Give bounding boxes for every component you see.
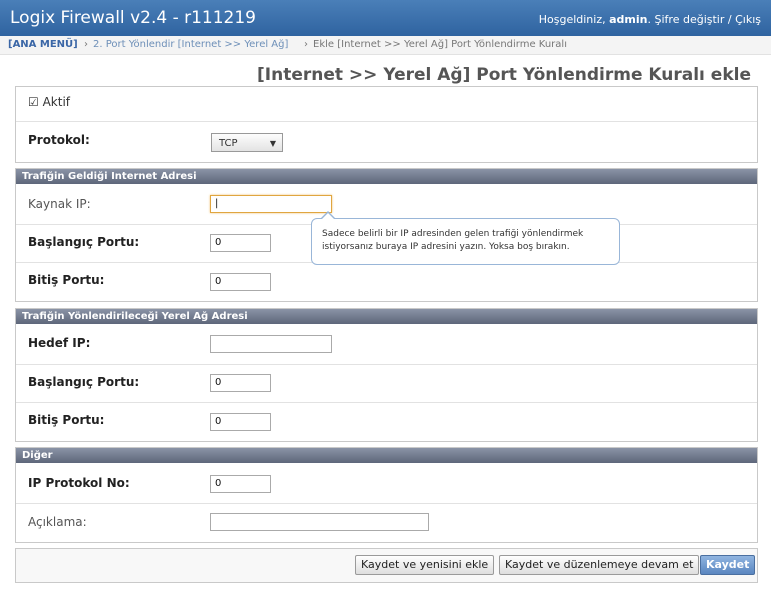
description-label: Açıklama: [28,515,87,529]
chevron-down-icon: ▼ [269,139,276,148]
row-divider [16,121,757,122]
source-ip-tooltip: Sadece belirli bir IP adresinden gelen t… [311,211,620,265]
top-header: Logix Firewall v2.4 - r111219 Hoşgeldini… [0,0,771,36]
checkmark-icon: ☑ [28,95,39,109]
source-end-port-label: Bitiş Portu: [28,273,105,287]
breadcrumb-separator: › [304,39,308,50]
other-section-header: Diğer [16,448,757,463]
row-divider [16,503,757,504]
destination-start-port-label: Başlangıç Portu: [28,375,140,389]
destination-start-port-input[interactable]: 0 [210,374,271,392]
breadcrumb-port-forward[interactable]: 2. Port Yönlendir [Internet >> Yerel Ağ] [93,39,288,50]
destination-panel: Trafiğin Yönlendirileceği Yerel Ağ Adres… [15,308,758,442]
active-checkbox[interactable]: ☑ Aktif [28,95,70,109]
other-heading: Diğer [22,450,53,461]
protocol-label: Protokol: [28,133,90,147]
row-divider [16,402,757,403]
destination-section-header: Trafiğin Yönlendirileceği Yerel Ağ Adres… [16,309,757,324]
row-divider [16,364,757,365]
tooltip-text: Sadece belirli bir IP adresinden gelen t… [322,229,584,252]
general-panel: ☑ Aktif Protokol: TCP ▼ [15,86,758,163]
source-ip-input[interactable]: | [210,195,332,213]
page-title: [Internet >> Yerel Ağ] Port Yönlendirme … [257,65,751,85]
action-bar: Kaydet ve yenisini ekle Kaydet ve düzenl… [15,548,758,583]
user-bar: Hoşgeldiniz, admin. Şifre değiştir / Çık… [538,13,761,26]
tooltip-arrow-inner [321,213,335,220]
description-input[interactable] [210,513,429,531]
breadcrumb-current: Ekle [Internet >> Yerel Ağ] Port Yönlend… [313,39,567,50]
ip-protocol-input[interactable]: 0 [210,475,271,493]
welcome-text: Hoşgeldiniz, [538,13,606,26]
save-and-add-button[interactable]: Kaydet ve yenisini ekle [355,555,495,575]
logout-link[interactable]: Çıkış [735,13,761,26]
app-title: Logix Firewall v2.4 - r111219 [10,8,256,28]
breadcrumb-home[interactable]: [ANA MENÜ] [8,39,78,50]
change-password-link[interactable]: Şifre değiştir [655,13,725,26]
protocol-select[interactable]: TCP ▼ [211,133,283,152]
source-start-port-label: Başlangıç Portu: [28,235,140,249]
destination-end-port-input[interactable]: 0 [210,413,271,431]
other-panel: Diğer IP Protokol No: 0 Açıklama: [15,447,758,543]
username: admin [609,13,648,26]
breadcrumb-separator: › [84,39,88,50]
protocol-value: TCP [219,138,238,149]
source-end-port-input[interactable]: 0 [210,273,271,291]
source-ip-label: Kaynak IP: [28,197,91,211]
destination-ip-label: Hedef IP: [28,336,91,350]
source-section-header: Trafiğin Geldiği Internet Adresi [16,169,757,184]
breadcrumb: [ANA MENÜ] › 2. Port Yönlendir [Internet… [0,36,771,55]
destination-ip-input[interactable] [210,335,332,353]
destination-heading: Trafiğin Yönlendirileceği Yerel Ağ Adres… [22,311,248,322]
active-label: Aktif [42,95,71,109]
destination-end-port-label: Bitiş Portu: [28,413,105,427]
save-button[interactable]: Kaydet [700,555,756,575]
save-and-continue-button[interactable]: Kaydet ve düzenlemeye devam et [499,555,700,575]
source-start-port-input[interactable]: 0 [210,234,271,252]
user-bar-separator: / [727,13,732,26]
source-heading: Trafiğin Geldiği Internet Adresi [22,171,197,182]
ip-protocol-label: IP Protokol No: [28,476,130,490]
